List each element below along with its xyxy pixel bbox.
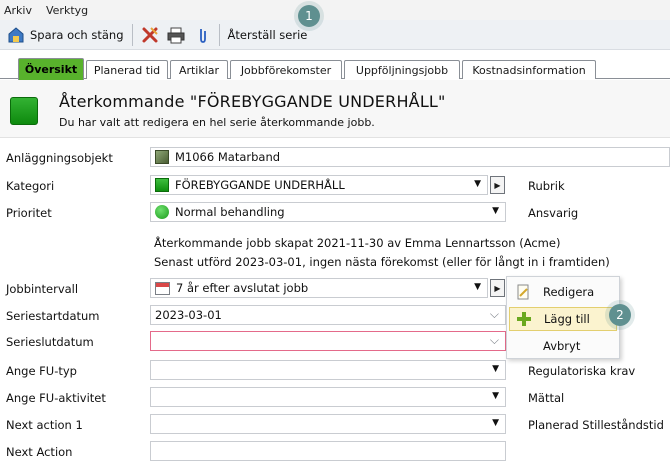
ansvarig-label: Ansvarig [528, 206, 579, 220]
interval-menu-button[interactable]: ▶ [490, 279, 505, 297]
context-menu: Redigera Lägg till Avbryt [506, 276, 620, 359]
dropdown-arrow-icon: ▼ [474, 282, 481, 292]
dropdown-arrow-icon: ▼ [492, 391, 499, 401]
save-close-icon [7, 26, 25, 44]
tab-strip: Översikt Planerad tid Artiklar Jobbförek… [0, 51, 670, 80]
interval-select[interactable]: 7 år efter avslutat jobb ▼ [150, 278, 488, 298]
edit-icon [509, 284, 537, 300]
page-subtitle: Du har valt att redigera en hel serie åt… [59, 116, 375, 129]
chevron-down-icon[interactable]: ⌵ [490, 333, 499, 348]
toolbar: Spara och stäng Återställ serie [0, 20, 670, 50]
callout-badge-2: 2 [609, 304, 631, 326]
start-date-value: 2023-03-01 [155, 308, 222, 322]
attach-icon [193, 26, 211, 44]
equipment-icon [155, 150, 169, 164]
fu-type-label: Ange FU-typ [6, 364, 77, 378]
page-title: Återkommande "FÖREBYGGANDE UNDERHÅLL" [59, 92, 446, 111]
menu-item-label: Redigera [543, 285, 595, 299]
menu-item-avbryt[interactable]: Avbryt [509, 334, 617, 358]
dropdown-arrow-icon: ▼ [492, 206, 499, 216]
category-label: Kategori [6, 179, 55, 193]
fu-activity-label: Ange FU-aktivitet [6, 391, 106, 405]
category-goto-button[interactable]: ▶ [490, 176, 505, 194]
menu-arkiv[interactable]: Arkiv [4, 4, 32, 17]
object-value: M1066 Matarband [175, 150, 281, 164]
category-icon [155, 178, 169, 192]
fu-type-select[interactable]: ▼ [150, 360, 506, 380]
menu-verktyg[interactable]: Verktyg [46, 4, 88, 17]
toolbar-separator [131, 23, 133, 46]
menu-item-label: Avbryt [543, 339, 581, 353]
tab-uppfoljningsjobb[interactable]: Uppföljningsjobb [344, 60, 460, 79]
print-button[interactable] [163, 22, 189, 48]
regulatory-label: Regulatoriska krav [528, 364, 636, 378]
job-type-icon [10, 97, 38, 125]
interval-value: 7 år efter avslutat jobb [176, 281, 309, 295]
tab-jobbforekomster[interactable]: Jobbförekomster [230, 60, 342, 79]
dropdown-arrow-icon: ▼ [474, 179, 481, 189]
attach-button[interactable] [189, 22, 215, 48]
priority-icon [155, 205, 169, 219]
object-label: Anläggningsobjekt [6, 151, 113, 165]
save-close-button[interactable]: Spara och stäng [3, 22, 128, 48]
created-info: Återkommande jobb skapat 2021-11-30 av E… [154, 236, 561, 250]
planned-downtime-label: Planerad Stilleståndstid [528, 418, 664, 432]
menu-item-lagg-till[interactable]: Lägg till [509, 307, 617, 331]
add-icon [510, 311, 538, 327]
callout-badge-1: 1 [298, 5, 320, 27]
start-date-label: Seriestartdatum [6, 309, 100, 323]
category-value: FÖREBYGGANDE UNDERHÅLL [175, 178, 345, 192]
print-icon [167, 26, 185, 44]
tab-artiklar[interactable]: Artiklar [170, 60, 228, 79]
fu-activity-select[interactable]: ▼ [150, 387, 506, 407]
next-action-label: Next Action [6, 445, 73, 459]
rubrik-label: Rubrik [528, 179, 565, 193]
cancel-icon [141, 26, 159, 44]
menu-item-label: Lägg till [544, 312, 590, 326]
priority-label: Prioritet [6, 206, 52, 220]
mattal-label: Mättal [528, 391, 565, 405]
category-select[interactable]: FÖREBYGGANDE UNDERHÅLL ▼ [150, 175, 488, 195]
chevron-down-icon[interactable]: ⌵ [490, 307, 499, 322]
next-action-1-select[interactable]: ▼ [150, 414, 506, 434]
end-date-field[interactable]: ⌵ [150, 331, 506, 351]
dropdown-arrow-icon: ▼ [492, 418, 499, 428]
next-action-1-label: Next action 1 [6, 418, 83, 432]
page-header: Återkommande "FÖREBYGGANDE UNDERHÅLL" Du… [0, 80, 670, 138]
menu-item-redigera[interactable]: Redigera [509, 280, 617, 304]
tab-oversikt[interactable]: Översikt [18, 58, 84, 80]
priority-value: Normal behandling [175, 205, 285, 219]
end-date-label: Serieslutdatum [6, 335, 94, 349]
tab-kostnadsinformation[interactable]: Kostnadsinformation [462, 60, 596, 79]
start-date-field[interactable]: 2023-03-01 ⌵ [150, 305, 506, 325]
executed-info: Senast utförd 2023-03-01, ingen nästa fö… [154, 255, 610, 269]
interval-label: Jobbintervall [6, 282, 79, 296]
reset-series-label: Återställ serie [227, 27, 308, 42]
play-arrow-icon: ▶ [494, 180, 501, 190]
dropdown-arrow-icon: ▼ [492, 364, 499, 374]
menu-bar: Arkiv Verktyg [0, 0, 670, 20]
tab-planerad-tid[interactable]: Planerad tid [86, 60, 168, 79]
save-close-label: Spara och stäng [30, 27, 124, 42]
calendar-icon [155, 281, 170, 295]
toolbar-separator [218, 23, 220, 46]
reset-series-button[interactable]: Återställ serie [224, 22, 312, 48]
play-arrow-icon: ▶ [494, 283, 501, 293]
cancel-button[interactable] [137, 22, 163, 48]
priority-select[interactable]: Normal behandling ▼ [150, 202, 506, 222]
object-field[interactable]: M1066 Matarband [150, 147, 670, 167]
next-action-field[interactable] [150, 441, 506, 461]
